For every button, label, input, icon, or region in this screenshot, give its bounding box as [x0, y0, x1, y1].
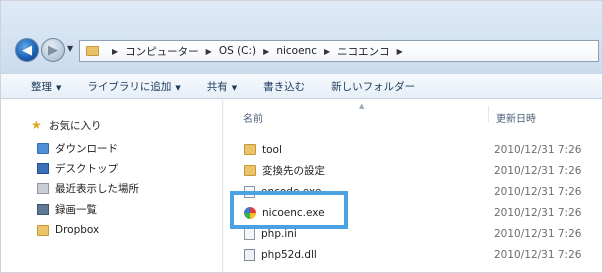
chevron-down-icon[interactable]: ▼ [67, 44, 73, 53]
video-folder-icon [37, 203, 49, 215]
column-header-date[interactable]: 更新日時 [496, 110, 536, 125]
file-row-tool[interactable]: tool 2010/12/31 7:26 [244, 141, 600, 158]
sidebar-item-recent-places[interactable]: 最近表示した場所 [37, 180, 139, 196]
chevron-down-icon: ▼ [56, 83, 62, 92]
chevron-down-icon: ▼ [175, 83, 181, 92]
download-folder-icon [37, 142, 49, 154]
chevron-right-icon[interactable]: ▶ [263, 47, 269, 56]
file-date: 2010/12/31 7:26 [494, 248, 582, 261]
chevron-right-icon[interactable]: ▶ [112, 47, 118, 56]
highlight-box [230, 191, 348, 229]
file-date: 2010/12/31 7:26 [494, 206, 582, 219]
sidebar-item-label: 最近表示した場所 [55, 182, 139, 195]
dll-file-icon [244, 248, 255, 261]
folder-icon [244, 165, 256, 176]
sidebar-item-desktop[interactable]: デスクトップ [37, 160, 118, 176]
explorer-window: ◀ ▶ ▼ ▶ コンピューター ▶ OS (C:) ▶ nicoenc ▶ ニコ… [0, 0, 603, 273]
chevron-down-icon: ▼ [231, 83, 238, 92]
back-arrow-icon[interactable]: ◀ [15, 38, 39, 62]
breadcrumb-nicoenc[interactable]: nicoenc [276, 45, 317, 57]
column-divider[interactable] [488, 106, 489, 122]
chevron-right-icon[interactable]: ▶ [397, 47, 403, 56]
new-folder-button[interactable]: 新しいフォルダー [331, 79, 415, 94]
sidebar-item-label: ダウンロード [55, 142, 118, 155]
breadcrumb-computer[interactable]: コンピューター [125, 44, 199, 59]
share-menu[interactable]: 共有 ▼ [207, 79, 237, 94]
burn-button[interactable]: 書き込む [263, 79, 305, 94]
file-row-php52d-dll[interactable]: php52d.dll 2010/12/31 7:26 [244, 246, 600, 263]
file-name: php.ini [261, 227, 297, 240]
sidebar-item-label: お気に入り [49, 119, 102, 132]
sidebar-item-favorites[interactable]: ★ お気に入り [31, 117, 102, 133]
sidebar-item-downloads[interactable]: ダウンロード [37, 140, 118, 156]
breadcrumb-current[interactable]: ニコエンコ [337, 44, 390, 59]
folder-icon [86, 46, 99, 56]
command-bar: 整理 ▼ ライブラリに追加 ▼ 共有 ▼ 書き込む 新しいフォルダー [1, 73, 602, 99]
organize-menu[interactable]: 整理 ▼ [31, 79, 61, 94]
add-to-library-label: ライブラリに追加 [87, 80, 172, 93]
recent-places-icon [37, 182, 49, 194]
sidebar-item-dropbox[interactable]: Dropbox [37, 222, 99, 238]
navigation-pane: ★ お気に入り ダウンロード デスクトップ 最近表示した場所 録画一覧 Drop… [1, 100, 223, 272]
file-name: 変換先の設定 [262, 165, 325, 177]
breadcrumb-drive[interactable]: OS (C:) [219, 45, 256, 57]
settings-file-icon [244, 227, 255, 240]
organize-label: 整理 [31, 80, 52, 93]
chevron-right-icon[interactable]: ▶ [324, 47, 330, 56]
add-to-library-menu[interactable]: ライブラリに追加 ▼ [87, 79, 180, 94]
file-date: 2010/12/31 7:26 [494, 185, 582, 198]
share-label: 共有 [206, 80, 228, 93]
forward-arrow-icon[interactable]: ▶ [41, 38, 65, 62]
chevron-right-icon[interactable]: ▶ [206, 47, 212, 56]
folder-icon [37, 224, 49, 236]
file-name: php52d.dll [261, 248, 317, 261]
star-icon: ★ [31, 117, 42, 132]
file-date: 2010/12/31 7:26 [494, 227, 582, 240]
file-list: 名前 ▲ 更新日時 tool 2010/12/31 7:26 変換先の設定 20… [224, 100, 602, 272]
folder-icon [244, 144, 256, 155]
desktop-icon [37, 162, 49, 174]
address-bar[interactable]: ▶ コンピューター ▶ OS (C:) ▶ nicoenc ▶ ニコエンコ ▶ [79, 40, 599, 62]
sidebar-item-label: Dropbox [55, 224, 100, 236]
file-date: 2010/12/31 7:26 [494, 143, 582, 156]
sidebar-item-label: デスクトップ [55, 162, 118, 175]
file-name: tool [262, 143, 282, 156]
sort-up-icon: ▲ [359, 102, 365, 110]
column-header-name[interactable]: 名前 [243, 110, 263, 125]
sidebar-item-recordings[interactable]: 録画一覧 [37, 201, 97, 217]
file-date: 2010/12/31 7:26 [494, 164, 582, 177]
sidebar-item-label: 録画一覧 [55, 203, 97, 216]
file-row-settings-folder[interactable]: 変換先の設定 2010/12/31 7:26 [244, 162, 600, 179]
title-bar: ◀ ▶ ▼ ▶ コンピューター ▶ OS (C:) ▶ nicoenc ▶ ニコ… [1, 1, 602, 73]
